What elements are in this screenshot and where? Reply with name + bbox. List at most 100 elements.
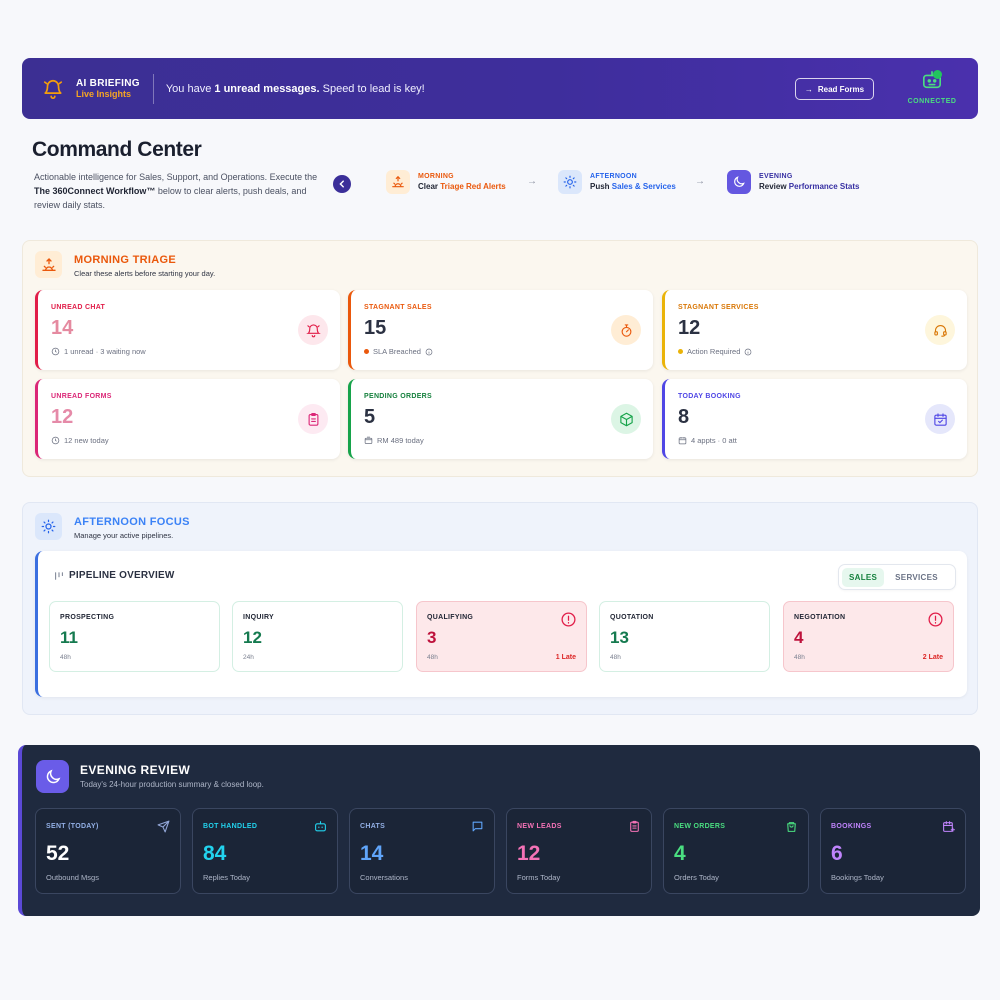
- stat-label: BOOKINGS: [831, 823, 872, 830]
- clock-icon: [51, 347, 60, 356]
- stage-inquiry[interactable]: INQUIRY 12 24h: [232, 601, 403, 672]
- stage-value: 12: [243, 628, 262, 647]
- stat-value: 52: [46, 842, 70, 865]
- card-stagnant-sales[interactable]: STAGNANT SALES 15 SLA Breached: [348, 290, 653, 370]
- read-forms-button[interactable]: → Read Forms: [795, 78, 874, 100]
- card-label: UNREAD CHAT: [51, 304, 106, 311]
- stat-value: 6: [831, 842, 843, 865]
- stat-bot-handled[interactable]: BOT HANDLED 84 Replies Today: [192, 808, 338, 894]
- calendar-check-icon: [925, 404, 955, 434]
- card-value: 5: [364, 406, 376, 428]
- shopping-bag-icon: [787, 822, 796, 832]
- card-value: 12: [678, 317, 701, 339]
- stage-duration: 24h: [243, 654, 254, 661]
- card-footer: 1 unread · 3 waiting now: [51, 347, 146, 356]
- stat-footer: Orders Today: [674, 873, 719, 882]
- card-value: 12: [51, 406, 74, 428]
- bot-status: CONNECTED: [908, 70, 956, 105]
- pipeline-title: PIPELINE OVERVIEW: [54, 570, 174, 581]
- workflow-phase: AFTERNOON: [590, 173, 638, 180]
- stat-value: 84: [203, 842, 227, 865]
- card-footer-text: 4 appts · 0 att: [691, 436, 737, 445]
- workflow-phase: MORNING: [418, 173, 454, 180]
- stat-value: 14: [360, 842, 384, 865]
- stage-duration: 48h: [427, 654, 438, 661]
- stat-label: BOT HANDLED: [203, 823, 258, 830]
- robot-icon: [315, 821, 326, 832]
- stage-negotiation[interactable]: NEGOTIATION 4 48h 2 Late: [783, 601, 954, 672]
- stat-new-leads[interactable]: NEW LEADS 12 Forms Today: [506, 808, 652, 894]
- arrow-right-icon: →: [695, 176, 705, 187]
- stat-bookings[interactable]: BOOKINGS 6 Bookings Today: [820, 808, 966, 894]
- stage-quotation[interactable]: QUOTATION 13 48h: [599, 601, 770, 672]
- pipeline-overview-panel: PIPELINE OVERVIEW SALES SERVICES PROSPEC…: [35, 551, 967, 697]
- action-pre: Push: [590, 182, 612, 191]
- pipeline-toggle: SALES SERVICES: [838, 564, 956, 590]
- page-title: Command Center: [32, 138, 202, 161]
- stat-sent-today[interactable]: SENT (TODAY) 52 Outbound Msgs: [35, 808, 181, 894]
- stat-label: CHATS: [360, 823, 386, 830]
- card-value: 8: [678, 406, 690, 428]
- card-value: 14: [51, 317, 74, 339]
- info-icon[interactable]: [744, 348, 752, 356]
- connection-status: CONNECTED: [907, 98, 957, 105]
- stage-late-count: 1 Late: [555, 654, 576, 661]
- sun-icon: [35, 513, 62, 540]
- toggle-sales[interactable]: SALES: [842, 567, 885, 587]
- read-forms-label: Read Forms: [817, 84, 865, 94]
- card-label: PENDING ORDERS: [364, 393, 432, 400]
- card-stagnant-services[interactable]: STAGNANT SERVICES 12 Action Required: [662, 290, 967, 370]
- workflow-step-text: MORNING Clear Triage Red Alerts: [418, 173, 506, 191]
- card-today-booking[interactable]: TODAY BOOKING 8 4 appts · 0 att: [662, 379, 967, 459]
- stat-footer: Replies Today: [203, 873, 250, 882]
- alert-circle-icon: [561, 612, 576, 627]
- action-highlight: Triage Red Alerts: [440, 182, 506, 191]
- morning-triage-section: MORNING TRIAGE Clear these alerts before…: [22, 240, 978, 477]
- stage-label: QUALIFYING: [427, 614, 474, 621]
- workflow-phase: EVENING: [759, 173, 793, 180]
- ai-briefing-banner: AI BRIEFING Live Insights You have 1 unr…: [22, 58, 978, 119]
- stage-duration: 48h: [794, 654, 805, 661]
- stat-footer: Outbound Msgs: [46, 873, 99, 882]
- arrow-right-icon: →: [804, 84, 813, 94]
- pipeline-icon: [55, 571, 63, 580]
- card-footer-text: RM 489 today: [377, 436, 424, 445]
- stat-value: 4: [674, 842, 686, 865]
- stat-chats[interactable]: CHATS 14 Conversations: [349, 808, 495, 894]
- online-indicator: [933, 70, 942, 79]
- card-footer-text: 12 new today: [64, 436, 109, 445]
- stat-label: NEW ORDERS: [674, 823, 726, 830]
- info-icon[interactable]: [425, 348, 433, 356]
- workflow-step-evening[interactable]: EVENING Review Performance Stats: [727, 170, 860, 194]
- wallet-icon: [364, 436, 373, 444]
- stage-value: 3: [427, 628, 437, 647]
- card-unread-chat[interactable]: UNREAD CHAT 14 1 unread · 3 waiting now: [35, 290, 340, 370]
- card-unread-forms[interactable]: UNREAD FORMS 12 12 new today: [35, 379, 340, 459]
- stat-footer: Conversations: [360, 873, 408, 882]
- stage-duration: 48h: [610, 654, 621, 661]
- card-pending-orders[interactable]: PENDING ORDERS 5 RM 489 today: [348, 379, 653, 459]
- stage-label: PROSPECTING: [60, 614, 115, 621]
- stage-duration: 48h: [60, 654, 71, 661]
- send-icon: [157, 820, 170, 833]
- card-footer-text: Action Required: [687, 347, 741, 356]
- action-highlight: Sales & Services: [611, 182, 676, 191]
- card-footer: 4 appts · 0 att: [678, 436, 737, 445]
- bell-icon: [43, 79, 63, 99]
- sun-icon: [558, 170, 582, 194]
- workflow-step-afternoon[interactable]: AFTERNOON Push Sales & Services: [558, 170, 676, 194]
- section-title: AFTERNOON FOCUS: [74, 516, 190, 528]
- action-pre: Clear: [418, 182, 441, 191]
- stage-qualifying[interactable]: QUALIFYING 3 48h 1 Late: [416, 601, 587, 672]
- workflow-step-morning[interactable]: MORNING Clear Triage Red Alerts: [386, 170, 506, 194]
- stage-prospecting[interactable]: PROSPECTING 11 48h: [49, 601, 220, 672]
- alert-circle-icon: [928, 612, 943, 627]
- stat-new-orders[interactable]: NEW ORDERS 4 Orders Today: [663, 808, 809, 894]
- package-icon: [611, 404, 641, 434]
- stat-value: 12: [517, 842, 541, 865]
- chevron-left-icon: [339, 180, 344, 188]
- section-subtitle: Today's 24-hour production summary & clo…: [80, 780, 264, 789]
- briefing-titles: AI BRIEFING Live Insights: [76, 78, 140, 100]
- toggle-services[interactable]: SERVICES: [888, 568, 945, 587]
- collapse-button[interactable]: [333, 175, 351, 193]
